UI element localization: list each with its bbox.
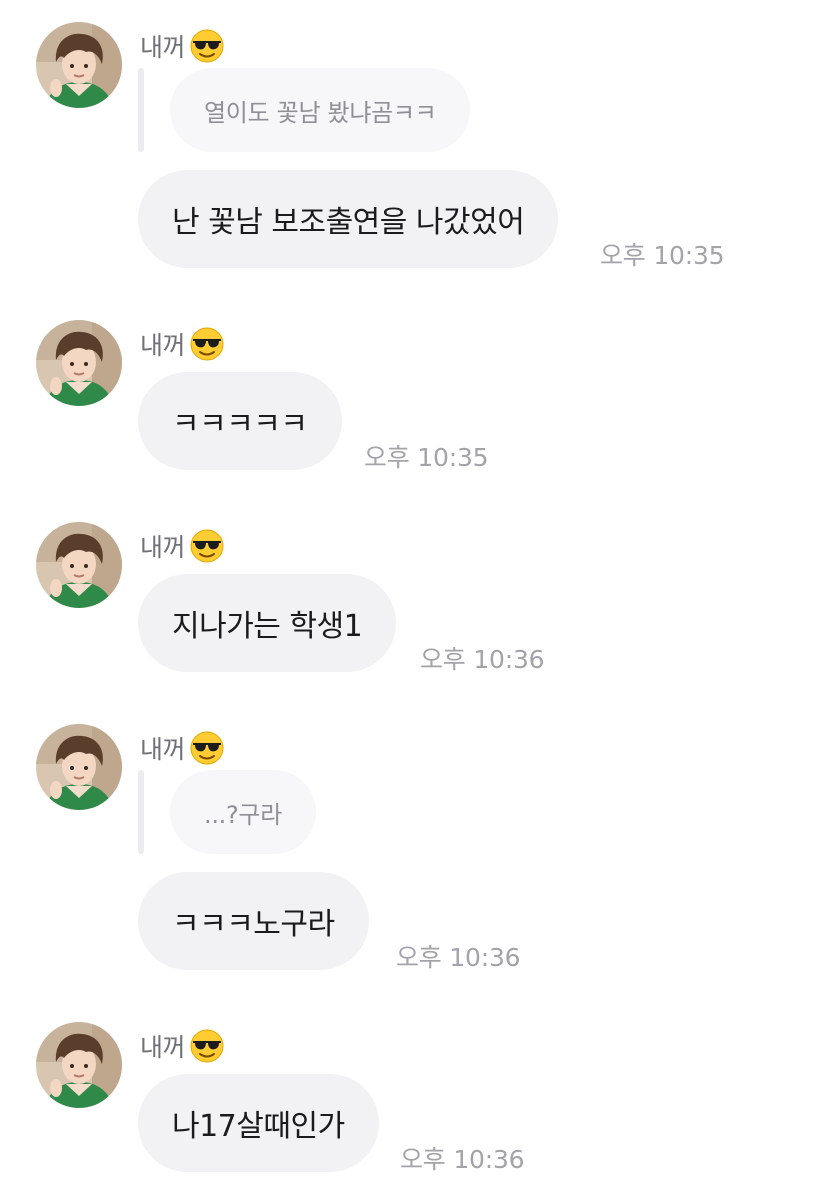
sunglasses-emoji-icon xyxy=(190,731,225,765)
message-bubble[interactable]: 난 꽃남 보조출연을 나갔었어 xyxy=(138,170,559,268)
message-bubble[interactable]: ㅋㅋㅋㅋㅋ xyxy=(138,372,342,470)
sunglasses-emoji-icon xyxy=(190,327,225,361)
reply-quote-text: 열이도 꽃남 봤냐곰ㅋㅋ xyxy=(170,68,471,152)
message-bubble[interactable]: ㅋㅋㅋ노구라 xyxy=(138,872,369,970)
message-bubble[interactable]: 지나가는 학생1 xyxy=(138,574,397,672)
reply-quote-text: ...?구라 xyxy=(170,770,316,854)
avatar[interactable] xyxy=(36,22,122,108)
timestamp: 오후 10:36 xyxy=(400,1145,525,1174)
timestamp: 오후 10:36 xyxy=(396,943,521,972)
avatar[interactable] xyxy=(36,1022,122,1108)
sunglasses-emoji-icon xyxy=(190,29,225,63)
sender-header: 내꺼 xyxy=(140,326,225,362)
avatar[interactable] xyxy=(36,522,122,608)
sunglasses-emoji-icon xyxy=(190,529,225,563)
sender-header: 내꺼 xyxy=(140,730,225,766)
sender-header: 내꺼 xyxy=(140,28,225,64)
timestamp: 오후 10:35 xyxy=(364,443,489,472)
timestamp: 오후 10:36 xyxy=(420,645,545,674)
sender-name: 내꺼 xyxy=(140,1033,186,1062)
sender-name: 내꺼 xyxy=(140,533,186,562)
sender-header: 내꺼 xyxy=(140,1028,225,1064)
message-group-2: 내꺼 ㅋㅋㅋㅋㅋ 오후 10:35 xyxy=(0,320,840,480)
reply-indicator-line xyxy=(138,770,144,854)
message-group-1: 내꺼 열이도 꽃남 봤냐곰ㅋㅋ 난 꽃남 보조출연을 나갔었어 오후 10:35 xyxy=(0,22,840,282)
sender-name: 내꺼 xyxy=(140,33,186,62)
timestamp: 오후 10:35 xyxy=(600,241,725,270)
sunglasses-emoji-icon xyxy=(190,1029,225,1063)
reply-indicator-line xyxy=(138,68,144,152)
message-group-5: 내꺼 나17살때인가 오후 10:36 xyxy=(0,1022,840,1182)
avatar[interactable] xyxy=(36,724,122,810)
message-group-4: 내꺼 ...?구라 ㅋㅋㅋ노구라 오후 10:36 xyxy=(0,724,840,984)
sender-name: 내꺼 xyxy=(140,735,186,764)
message-bubble[interactable]: 나17살때인가 xyxy=(138,1074,379,1172)
message-group-3: 내꺼 지나가는 학생1 오후 10:36 xyxy=(0,522,840,682)
sender-header: 내꺼 xyxy=(140,528,225,564)
sender-name: 내꺼 xyxy=(140,331,186,360)
avatar[interactable] xyxy=(36,320,122,406)
